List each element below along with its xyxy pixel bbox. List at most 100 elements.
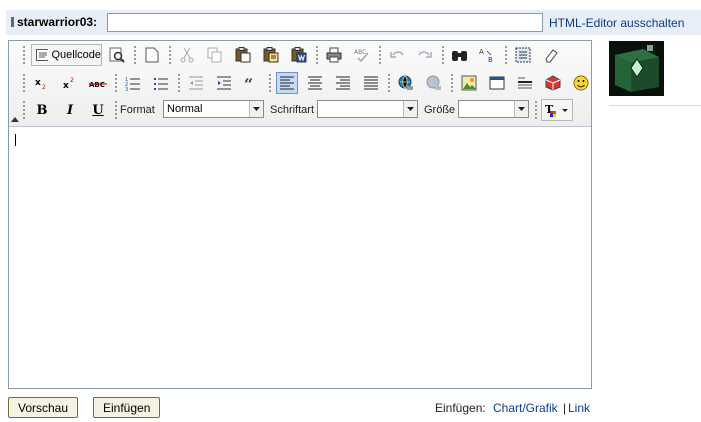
insert-link-button[interactable] xyxy=(395,72,417,94)
toolbar-separator xyxy=(178,74,180,94)
toolbar-separator xyxy=(23,46,25,66)
bullet-list-icon xyxy=(154,78,168,90)
align-left-icon xyxy=(280,76,294,90)
outdent-icon xyxy=(189,76,203,90)
align-center-icon xyxy=(308,76,322,90)
outdent-button[interactable] xyxy=(185,72,207,94)
size-select[interactable] xyxy=(458,100,529,118)
insert-submit-button[interactable]: Einfügen xyxy=(93,397,161,418)
preview-submit-button[interactable]: Vorschau xyxy=(8,397,79,418)
toolbar-separator xyxy=(269,74,271,94)
remove-link-button[interactable] xyxy=(423,72,445,94)
superscript-button[interactable]: x2 xyxy=(59,72,81,94)
divider xyxy=(609,105,701,106)
text-color-button[interactable]: T xyxy=(541,99,573,121)
size-label: Größe xyxy=(424,104,456,116)
paste-text-icon xyxy=(263,47,279,63)
italic-icon: I xyxy=(66,102,74,118)
align-left-button[interactable] xyxy=(276,72,298,94)
post-header: starwarrior03: HTML-Editor ausschalten xyxy=(6,10,701,35)
toolbar-separator xyxy=(379,46,381,66)
paste-word-button[interactable] xyxy=(288,44,310,66)
bold-button[interactable]: B xyxy=(31,99,53,121)
toolbar-separator xyxy=(442,46,444,66)
bold-icon: B xyxy=(36,102,48,118)
insert-image-button[interactable] xyxy=(458,72,480,94)
spellcheck-button[interactable]: ABC xyxy=(351,44,373,66)
toolbar-separator xyxy=(505,46,507,66)
chevron-down-icon xyxy=(514,101,528,117)
svg-text:x: x xyxy=(35,78,41,88)
cut-button[interactable] xyxy=(176,44,198,66)
subject-input[interactable] xyxy=(107,13,543,32)
paste-text-button[interactable] xyxy=(260,44,282,66)
toolbar-separator xyxy=(115,101,117,121)
insert-table-button[interactable] xyxy=(486,72,508,94)
smiley-button[interactable] xyxy=(570,72,592,94)
find-button[interactable] xyxy=(449,44,471,66)
link-link[interactable]: Link xyxy=(568,401,590,415)
author-name: starwarrior03: xyxy=(17,15,98,29)
justify-icon xyxy=(364,76,378,90)
svg-text:3: 3 xyxy=(125,87,128,91)
rich-text-editor: Quellcode ABC AB x2 x 2 ABC 1 2 3 “ B I … xyxy=(8,40,592,389)
subscript-icon: x2 xyxy=(35,78,46,91)
subscript-button[interactable]: x2 xyxy=(31,72,53,94)
superscript-icon: x2 xyxy=(63,77,74,91)
toolbar-separator xyxy=(388,74,390,94)
link-separator: | xyxy=(563,401,567,415)
bullet-list-button[interactable] xyxy=(150,72,172,94)
underline-button[interactable]: U xyxy=(87,99,109,121)
paste-button[interactable] xyxy=(232,44,254,66)
select-all-button[interactable] xyxy=(512,44,534,66)
align-center-button[interactable] xyxy=(304,72,326,94)
chart-graphic-link[interactable]: Chart/Grafik xyxy=(493,401,558,415)
html-editor-toggle-link[interactable]: HTML-Editor ausschalten xyxy=(549,16,684,30)
horizontal-rule-button[interactable] xyxy=(514,72,536,94)
avatar xyxy=(609,41,664,96)
special-char-button[interactable] xyxy=(542,72,564,94)
underline-icon: U xyxy=(92,102,104,118)
preview-button[interactable] xyxy=(106,44,128,66)
redo-button[interactable] xyxy=(414,44,436,66)
svg-text:x: x xyxy=(63,81,69,91)
font-select[interactable] xyxy=(317,100,418,118)
source-code-button[interactable]: Quellcode xyxy=(31,44,102,66)
print-icon xyxy=(326,47,342,63)
blockquote-button[interactable]: “ xyxy=(241,72,263,94)
svg-text:2: 2 xyxy=(70,77,74,84)
chevron-down-icon xyxy=(403,101,417,117)
collapse-toolbar-icon[interactable] xyxy=(11,117,19,122)
justify-button[interactable] xyxy=(360,72,382,94)
italic-button[interactable]: I xyxy=(59,99,81,121)
spellcheck-icon: ABC xyxy=(354,49,369,63)
grip-icon xyxy=(11,17,14,27)
toolbar-separator xyxy=(23,101,25,121)
quote-icon: “ xyxy=(244,75,253,91)
format-value: Normal xyxy=(167,103,203,115)
text-cursor xyxy=(15,134,16,146)
new-page-icon xyxy=(145,47,159,63)
align-right-button[interactable] xyxy=(332,72,354,94)
format-select[interactable]: Normal xyxy=(163,100,264,118)
copy-button[interactable] xyxy=(204,44,226,66)
toolbar-separator xyxy=(23,74,25,94)
svg-text:B: B xyxy=(488,56,493,63)
eraser-icon xyxy=(545,49,558,63)
print-button[interactable] xyxy=(323,44,345,66)
svg-text:“: “ xyxy=(244,75,253,91)
undo-button[interactable] xyxy=(386,44,408,66)
font-label: Schriftart xyxy=(270,104,315,116)
horizontal-rule-icon xyxy=(518,77,532,89)
undo-icon xyxy=(390,51,404,58)
replace-button[interactable]: AB xyxy=(477,44,499,66)
remove-format-button[interactable] xyxy=(540,44,562,66)
editor-content-area[interactable] xyxy=(9,127,591,388)
avatar-image xyxy=(609,41,664,96)
new-page-button[interactable] xyxy=(141,44,163,66)
toolbar-separator xyxy=(451,74,453,94)
strikethrough-button[interactable]: ABC xyxy=(87,72,109,94)
numbered-list-button[interactable]: 123 xyxy=(122,72,144,94)
indent-button[interactable] xyxy=(213,72,235,94)
svg-text:A: A xyxy=(479,48,484,56)
